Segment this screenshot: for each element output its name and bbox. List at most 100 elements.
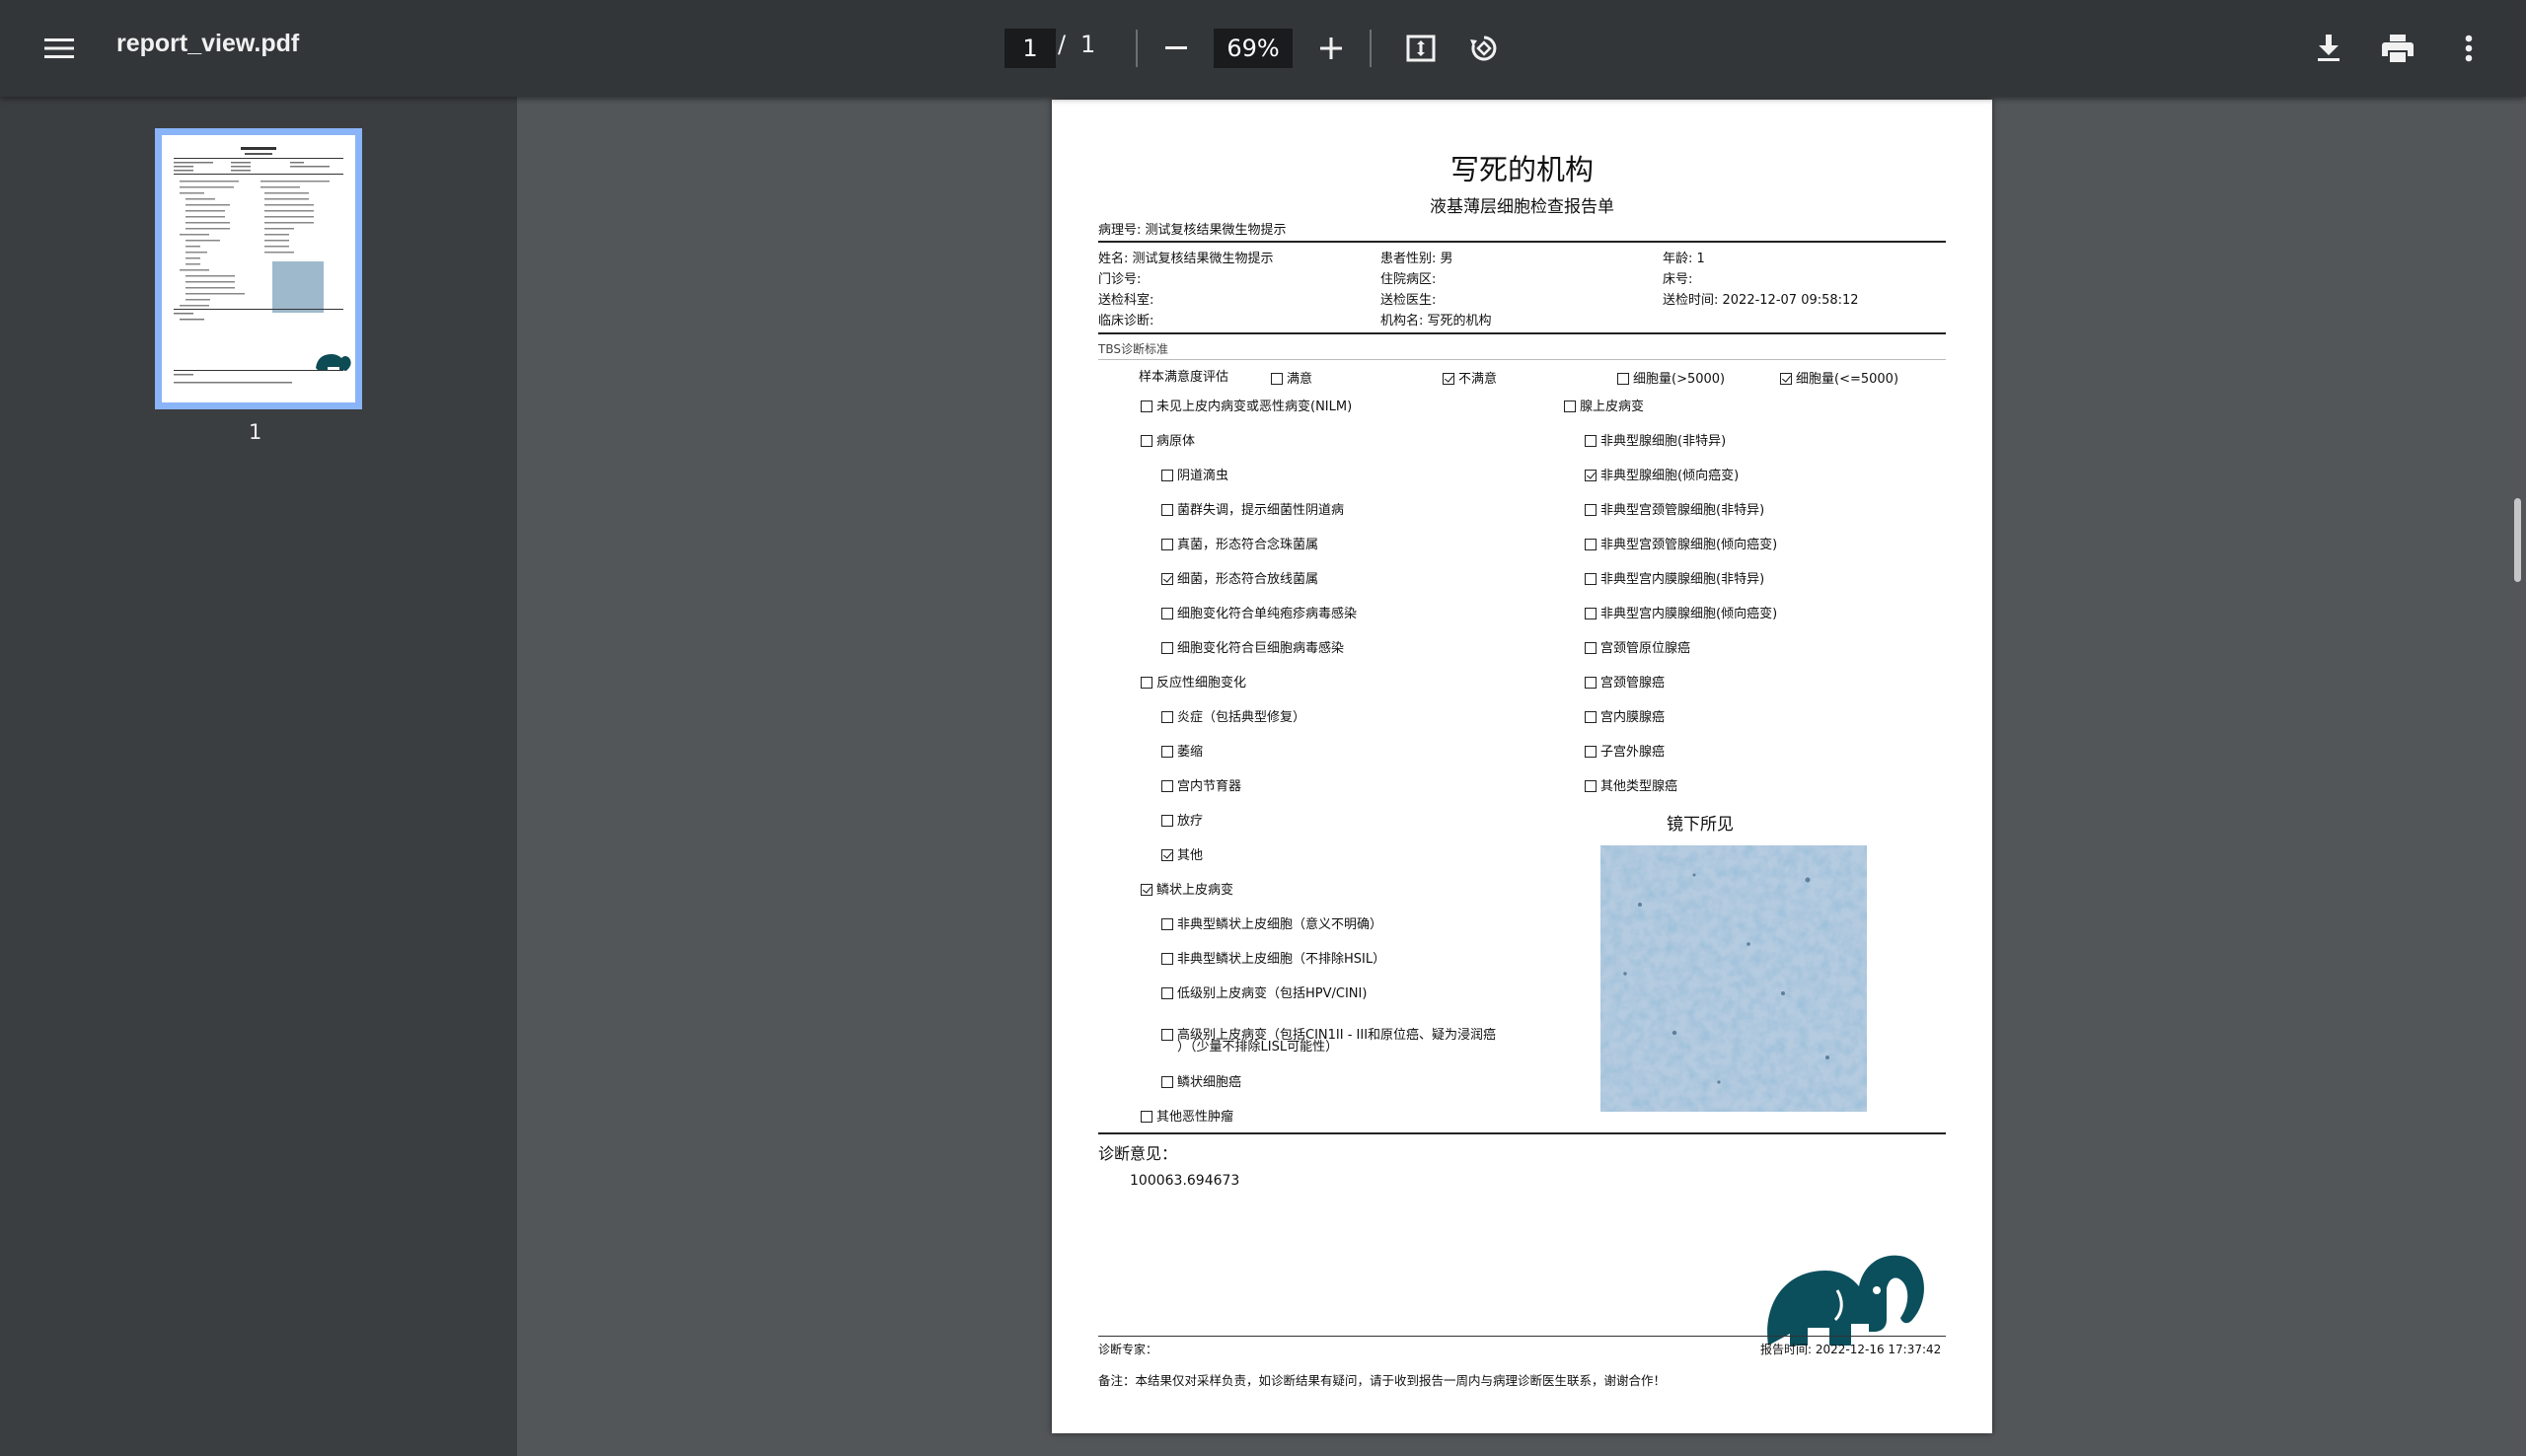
checkbox[interactable] [1585,504,1597,516]
checkbox[interactable] [1585,780,1597,792]
checkbox-label: 萎缩 [1177,745,1204,760]
checkbox[interactable] [1585,677,1597,689]
checkbox[interactable] [1161,815,1173,827]
checkbox[interactable] [1585,435,1597,447]
checkbox-label: 其他恶性肿瘤 [1156,1110,1234,1125]
checkbox[interactable] [1585,711,1597,723]
minus-icon [1165,46,1187,49]
checkbox[interactable] [1271,373,1283,385]
checkbox[interactable] [1585,539,1597,550]
more-options-button[interactable] [2445,25,2492,72]
checkbox-label: 非典型鳞状上皮细胞（不排除HSIL） [1177,952,1386,967]
vertical-scrollbar[interactable] [2514,498,2521,582]
checkbox[interactable] [1161,780,1173,792]
checkbox[interactable] [1564,400,1576,412]
zoom-level-input[interactable]: 69% [1214,29,1293,68]
sending-doctor: 送检医生: [1380,293,1437,308]
checkbox-label: 宫内膜腺癌 [1600,710,1666,725]
fit-page-button[interactable] [1397,25,1445,72]
checkbox[interactable] [1161,953,1173,965]
page-total: 1 [1080,31,1096,58]
inpatient-ward: 住院病区: [1380,272,1437,287]
checkbox-label: 未见上皮内病变或恶性病变(NILM) [1156,400,1353,414]
page-number-input[interactable]: 1 [1004,29,1056,68]
checkbox[interactable] [1161,470,1173,481]
microscope-image [1600,845,1867,1112]
zoom-in-button[interactable] [1307,25,1355,72]
checkbox[interactable] [1161,504,1173,516]
checkbox-label: 宫内节育器 [1177,779,1242,794]
tbs-header: TBS诊断标准 [1098,342,1168,356]
diagnosis-value: 100063.694673 [1130,1173,1240,1189]
sending-department: 送检科室: [1098,293,1154,308]
thumbnail-page-number: 1 [249,420,262,444]
checkbox-label: 非典型宫颈管腺细胞(非特异) [1600,503,1765,518]
checkbox-label: 非典型宫颈管腺细胞(倾向癌变) [1600,538,1778,552]
checkbox-label: 宫颈管原位腺癌 [1600,641,1691,656]
checkbox-label: 反应性细胞变化 [1156,676,1247,691]
bed-number: 床号: [1663,272,1693,287]
footer-note: 备注：本结果仅对采样负责，如诊断结果有疑问，请于收到报告一周内与病理诊断医生联系… [1098,1373,1667,1388]
checkbox[interactable] [1585,746,1597,758]
checkbox[interactable] [1141,1111,1152,1123]
checkbox[interactable] [1161,608,1173,619]
checkbox-label: 菌群失调，提示细菌性阴道病 [1177,503,1345,518]
checkbox[interactable] [1141,400,1152,412]
sample-satisfaction-label: 样本满意度评估 [1139,370,1229,385]
download-button[interactable] [2305,25,2352,72]
report-subtitle: 液基薄层细胞检查报告单 [1430,197,1614,217]
print-button[interactable] [2373,25,2422,72]
more-vert-icon [2465,35,2473,62]
report-time: 报告时间: 2022-12-16 17:37:42 [1760,1343,1942,1356]
plus-icon [1320,37,1342,59]
checkbox-label: 非典型宫内膜腺细胞(倾向癌变) [1600,607,1778,621]
checkbox[interactable] [1161,711,1173,723]
checkbox-label: 其他 [1177,848,1204,863]
checkbox[interactable] [1617,373,1629,385]
checkbox[interactable] [1443,373,1454,385]
patient-gender: 患者性别: 男 [1380,252,1453,266]
print-icon [2382,35,2414,62]
checkbox[interactable] [1161,918,1173,930]
checkbox-label: 真菌，形态符合念珠菌属 [1177,538,1319,552]
rotate-button[interactable] [1458,25,1510,72]
checkbox[interactable] [1161,849,1173,861]
page-thumbnail[interactable] [155,128,362,409]
menu-icon[interactable] [28,25,91,72]
checkbox[interactable] [1585,608,1597,619]
checkbox[interactable] [1141,884,1152,896]
checkbox-label: 细胞量(<=5000) [1796,372,1899,387]
divider-line [1098,1336,1946,1337]
zoom-out-button[interactable] [1152,25,1200,72]
fit-page-icon [1406,35,1436,62]
checkbox-label: 低级别上皮病变（包括HPV/CINI) [1177,986,1368,1001]
download-icon [2318,35,2340,61]
checkbox-label: 病原体 [1156,434,1196,449]
divider-line [1098,241,1946,243]
checkbox[interactable] [1161,1076,1173,1088]
checkbox[interactable] [1161,987,1173,999]
checkbox[interactable] [1161,642,1173,654]
institution-title: 写死的机构 [1449,153,1594,186]
diagnosis-label: 诊断意见： [1098,1144,1178,1163]
checkbox-label: 非典型腺细胞(非特异) [1600,434,1727,449]
checkbox-label: 阴道滴虫 [1177,469,1229,483]
checkbox[interactable] [1161,1029,1173,1041]
pdf-page: 写死的机构 液基薄层细胞检查报告单 病理号: 测试复核结果微生物提示 姓名: 测… [1052,100,1992,1433]
checkbox[interactable] [1780,373,1792,385]
checkbox[interactable] [1585,470,1597,481]
checkbox[interactable] [1585,642,1597,654]
checkbox[interactable] [1161,746,1173,758]
divider-line [1098,1132,1946,1134]
thumbnail-page-image [174,147,351,384]
checkbox-label: 非典型腺细胞(倾向癌变) [1600,469,1740,483]
checkbox-label: 细胞变化符合单纯疱疹病毒感染 [1177,607,1358,621]
checkbox[interactable] [1141,435,1152,447]
checkbox[interactable] [1141,677,1152,689]
checkbox[interactable] [1161,573,1173,585]
checkbox[interactable] [1585,573,1597,585]
checkbox[interactable] [1161,539,1173,550]
outpatient-number: 门诊号: [1098,272,1142,287]
checkbox-label: 宫颈管腺癌 [1600,676,1666,691]
thumbnail-preview [162,135,355,402]
